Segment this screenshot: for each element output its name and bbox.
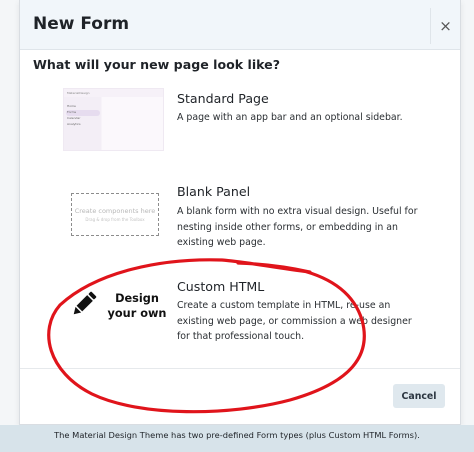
thumbnail-app-bar: MaterialDesign: [64, 89, 163, 97]
option-description: A page with an app bar and an optional s…: [177, 112, 403, 123]
blank-panel-placeholder: Create components here: [74, 207, 156, 215]
thumbnail-menu: Home Forms Calendar Analytics: [67, 103, 81, 127]
pencil-icon: [73, 291, 97, 315]
standard-page-thumbnail: MaterialDesign Home Forms Calendar Analy…: [63, 88, 164, 151]
option-description: A blank form with no extra visual design…: [177, 206, 418, 248]
form-type-question: What will your new page look like?: [33, 57, 281, 72]
dialog-header: New Form ×: [20, 0, 460, 50]
close-icon: ×: [439, 17, 452, 35]
option-title: Custom HTML: [177, 279, 265, 294]
design-label-line2: your own: [107, 307, 167, 320]
caption-bar: The Material Design Theme has two pre-de…: [0, 425, 474, 452]
design-label-line1: Design: [115, 292, 159, 305]
option-title: Blank Panel: [177, 184, 251, 199]
thumbnail-menu-item: Analytics: [67, 122, 81, 126]
design-your-own-label: Design your own: [102, 291, 172, 321]
close-button[interactable]: ×: [430, 8, 460, 44]
new-form-dialog: New Form × What will your new page look …: [19, 0, 461, 425]
option-description: Create a custom template in HTML, re-use…: [177, 300, 412, 342]
option-title: Standard Page: [177, 91, 269, 106]
blank-panel-hint: Drag & drop from the Toolbox: [85, 217, 145, 222]
dialog-title: New Form: [33, 14, 130, 34]
blank-panel-thumbnail: Create components here Drag & drop from …: [71, 193, 159, 236]
dialog-footer-divider: [20, 368, 460, 369]
cancel-button[interactable]: Cancel: [393, 384, 445, 408]
